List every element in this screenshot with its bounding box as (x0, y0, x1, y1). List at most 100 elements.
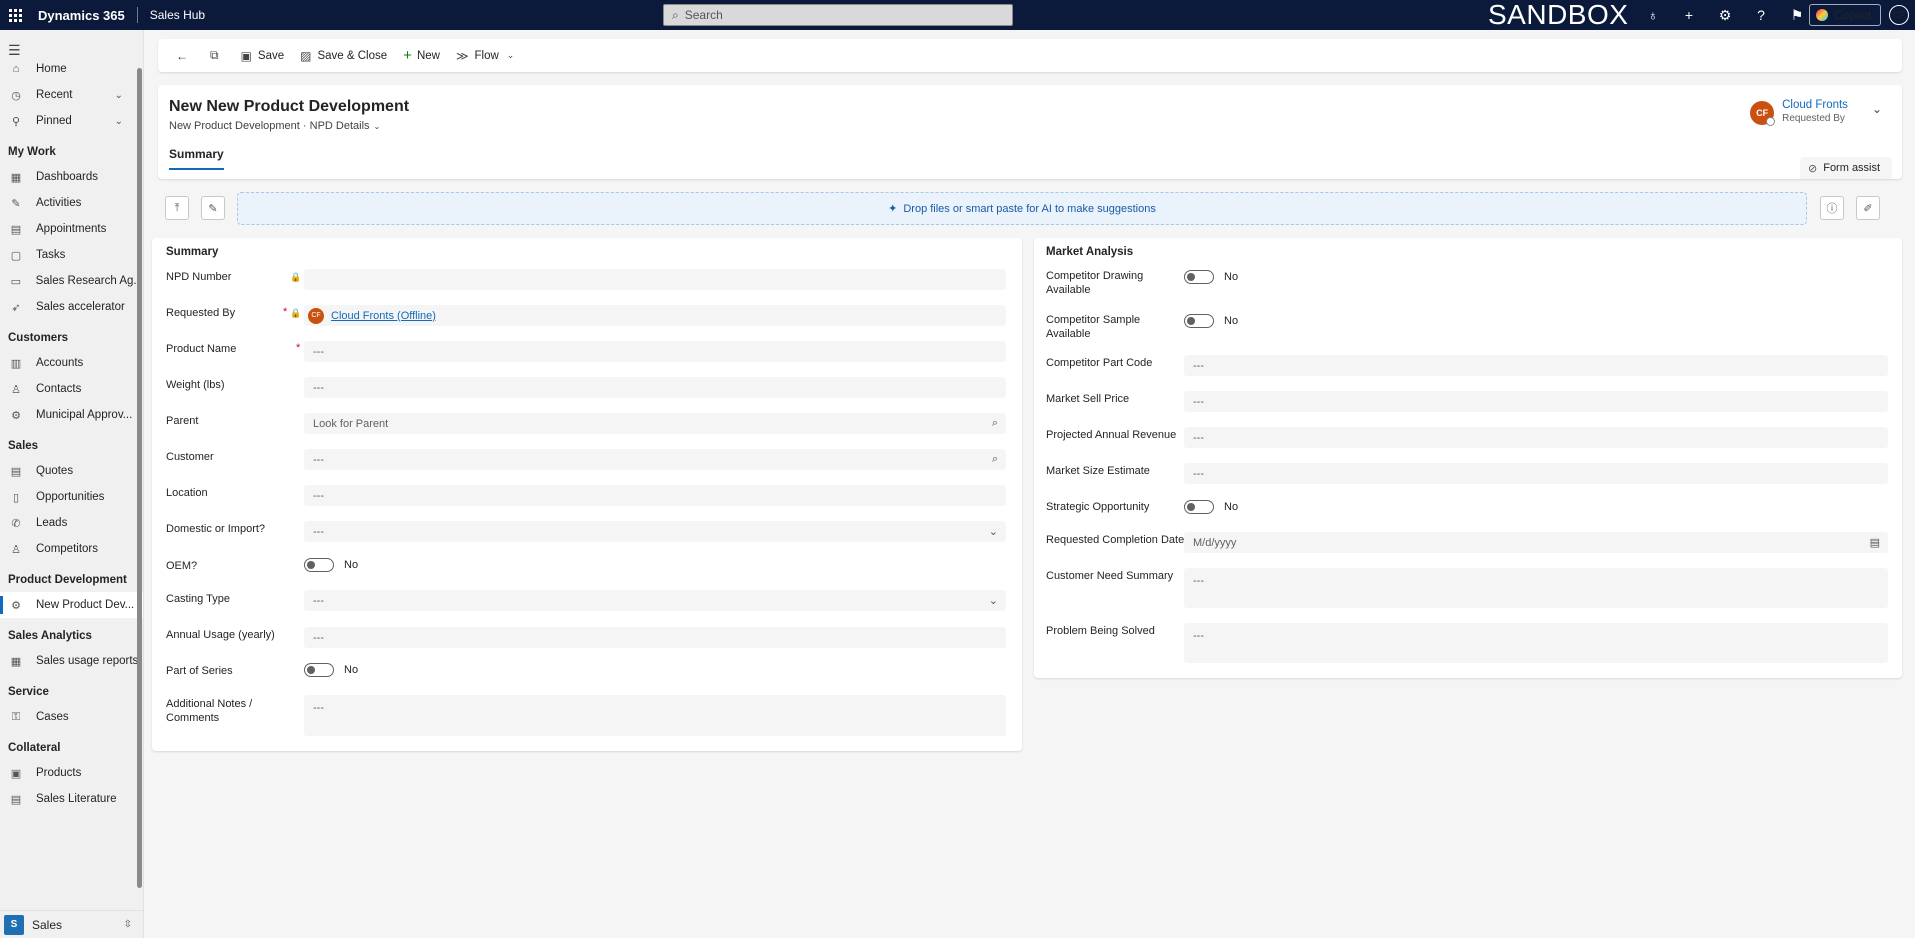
user-avatar[interactable]: CF (1889, 5, 1909, 25)
projected-revenue-input[interactable]: --- (1184, 427, 1888, 448)
search-input[interactable]: ⌕ Search (663, 4, 1013, 26)
sidebar-item-sales-literature[interactable]: ▤ Sales Literature (0, 786, 143, 812)
search-icon[interactable]: ⌕ (992, 453, 998, 466)
sidebar-item-quotes[interactable]: ▤ Quotes (0, 458, 143, 484)
location-input[interactable]: --- (304, 485, 1006, 506)
search-icon[interactable]: ⌕ (992, 417, 998, 430)
customer-need-textarea[interactable]: --- (1184, 568, 1888, 608)
calendar-icon[interactable]: ▤ (1870, 536, 1880, 549)
form-assist-button[interactable]: ⊘ Form assist (1800, 157, 1892, 179)
new-button[interactable]: + New (395, 39, 448, 72)
save-button[interactable]: ▣ Save (233, 39, 293, 72)
back-button[interactable]: ← (168, 39, 202, 72)
sidebar-item-home[interactable]: ⌂ Home (0, 56, 143, 82)
ai-dropzone[interactable]: ✦ Drop files or smart paste for AI to ma… (237, 192, 1807, 225)
eye-off-icon: ⊘ (1808, 162, 1818, 175)
flow-button[interactable]: ≫ Flow ⌄ (448, 39, 522, 72)
owner-name-link[interactable]: Cloud Fronts (1782, 99, 1848, 111)
sidebar-item-municipal[interactable]: ⚙ Municipal Approv... (0, 402, 143, 428)
settings-button[interactable]: ✐ (1856, 196, 1880, 220)
chevron-down-icon[interactable]: ⌄ (1872, 102, 1882, 116)
competitor-sample-toggle[interactable] (1184, 314, 1214, 328)
owner-field[interactable]: CF Cloud Fronts Requested By ⌄ (1750, 99, 1882, 126)
part-of-series-toggle[interactable] (304, 663, 334, 677)
sidebar-scrollbar[interactable] (137, 68, 142, 888)
casting-type-select[interactable]: --- ⌄ (304, 590, 1006, 611)
info-button[interactable]: ⓘ (1820, 196, 1844, 220)
gear-icon[interactable]: ⚙ (1707, 7, 1743, 24)
notes-textarea[interactable]: --- (304, 695, 1006, 736)
domestic-import-select[interactable]: --- ⌄ (304, 521, 1006, 542)
market-size-input[interactable]: --- (1184, 463, 1888, 484)
section-title: Market Analysis (1046, 246, 1134, 258)
breadcrumb-separator: · (302, 120, 310, 132)
sidebar-item-new-product-dev[interactable]: ⚙ New Product Dev... (0, 592, 143, 618)
requested-by-avatar: CF (308, 307, 324, 324)
app-name[interactable]: Sales Hub (150, 8, 205, 22)
app-launcher-button[interactable] (0, 0, 30, 30)
smart-paste-button[interactable]: ✎ (201, 196, 225, 220)
chevron-down-icon[interactable]: ⌄ (115, 90, 123, 101)
sidebar-item-sales-usage-reports[interactable]: ▦ Sales usage reports (0, 648, 143, 674)
lightbulb-icon[interactable]: ♁ (1635, 7, 1671, 23)
environment-label: SANDBOX (1488, 0, 1629, 30)
parent-lookup[interactable]: Look for Parent ⌕ (304, 413, 1006, 434)
product-name-input[interactable]: --- (304, 341, 1006, 362)
open-new-window-button[interactable]: ⧉ (202, 39, 233, 72)
lock-icon: 🔒 (290, 308, 302, 318)
activities-icon: ✎ (11, 197, 21, 210)
sidebar-item-competitors[interactable]: ♙ Competitors (0, 536, 143, 562)
page-title: New New Product Development (169, 98, 410, 115)
sidebar-item-sales-research[interactable]: ▭ Sales Research Ag... (0, 268, 143, 294)
part-of-series-value: No (344, 664, 359, 676)
sparkle-icon: ✦ (888, 203, 898, 215)
sidebar-item-pinned[interactable]: ⚲ Pinned ⌄ (0, 108, 143, 134)
part-code-input[interactable]: --- (1184, 355, 1888, 376)
dashboard-icon: ▦ (10, 171, 22, 184)
hamburger-icon[interactable]: ☰ (0, 30, 143, 58)
sidebar-item-appointments[interactable]: ▤ Appointments (0, 216, 143, 242)
sidebar-item-cases[interactable]: ⚿ Cases (0, 704, 143, 730)
sidebar-item-dashboards[interactable]: ▦ Dashboards (0, 164, 143, 190)
help-icon[interactable]: ? (1743, 7, 1779, 23)
completion-date-input[interactable]: M/d/yyyy ▤ (1184, 532, 1888, 553)
requested-by-link[interactable]: Cloud Fronts (Offline) (331, 310, 436, 322)
save-close-button[interactable]: ▨ Save & Close (292, 39, 395, 72)
clipboard-icon: ✎ (208, 202, 218, 215)
customer-lookup[interactable]: --- ⌕ (304, 449, 1006, 470)
chevron-updown-icon: ⇳ (123, 919, 132, 930)
area-switcher[interactable]: S Sales ⇳ (0, 910, 144, 938)
sidebar-item-accounts[interactable]: ▥ Accounts (0, 350, 143, 376)
competitor-sample-value: No (1224, 315, 1239, 327)
competitor-drawing-toggle[interactable] (1184, 270, 1214, 284)
brush-icon: ✐ (1863, 202, 1873, 215)
sidebar-item-opportunities[interactable]: ▯ Opportunities (0, 484, 143, 510)
sidebar-item-leads[interactable]: ✆ Leads (0, 510, 143, 536)
strategic-opportunity-toggle[interactable] (1184, 500, 1214, 514)
sell-price-input[interactable]: --- (1184, 391, 1888, 412)
chevron-down-icon[interactable]: ⌄ (115, 116, 123, 127)
brand-name[interactable]: Dynamics 365 (38, 8, 125, 23)
copilot-button[interactable]: Copilot (1809, 4, 1881, 26)
sidebar-item-tasks[interactable]: ▢ Tasks (0, 242, 143, 268)
problem-solved-textarea[interactable]: --- (1184, 623, 1888, 663)
weight-input[interactable]: --- (304, 377, 1006, 398)
sidebar-item-recent[interactable]: ◷ Recent ⌄ (0, 82, 143, 108)
approval-icon: ⚙ (11, 409, 21, 422)
notes-label: Additional Notes / Comments (166, 698, 253, 724)
form-selector[interactable]: NPD Details ⌄ (310, 120, 381, 132)
oem-label: OEM? (166, 560, 198, 572)
oem-toggle[interactable] (304, 558, 334, 572)
plus-icon[interactable]: + (1671, 7, 1707, 23)
sidebar-item-products[interactable]: ▣ Products (0, 760, 143, 786)
sidebar-item-sales-accelerator[interactable]: ➶ Sales accelerator (0, 294, 143, 320)
case-icon: ⚿ (11, 710, 21, 723)
sidebar-item-activities[interactable]: ✎ Activities (0, 190, 143, 216)
upload-button[interactable]: ⤒ (165, 196, 189, 220)
tab-summary[interactable]: Summary (169, 147, 224, 170)
requested-by-field[interactable]: CF Cloud Fronts (Offline) (304, 305, 1006, 326)
annual-usage-input[interactable]: --- (304, 627, 1006, 648)
sidebar-item-contacts[interactable]: ♙ Contacts (0, 376, 143, 402)
rocket-icon: ➶ (11, 301, 21, 314)
group-collateral: Collateral (8, 742, 61, 754)
